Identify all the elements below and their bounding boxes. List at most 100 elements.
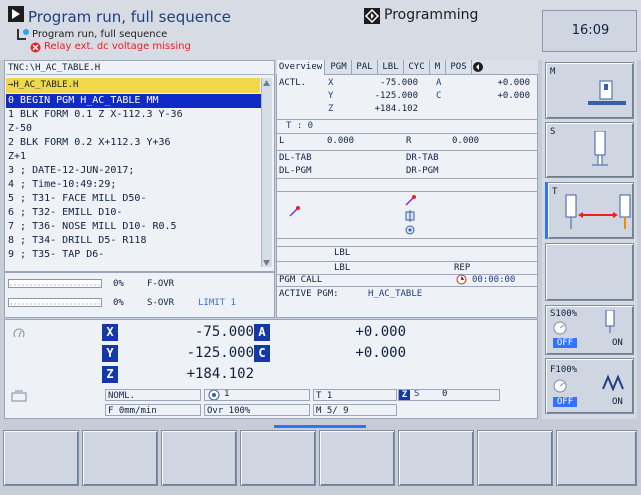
program-line[interactable]: 3 ; DATE-12-JUN-2017; — [6, 164, 261, 178]
scroll-down-icon[interactable] — [262, 258, 271, 267]
scroll-up-icon[interactable] — [262, 79, 271, 88]
tab-cyc[interactable]: CYC — [404, 60, 430, 75]
softkey-8[interactable] — [556, 430, 637, 486]
program-run-subtitle: Program run, full sequence — [32, 29, 168, 40]
active-pgm-value: H_AC_TABLE — [368, 289, 423, 299]
program-line[interactable]: 2 BLK FORM 0.2 X+112.3 Y+36 — [6, 136, 261, 150]
t-key-label: T — [552, 187, 558, 197]
override-value: Ovr 100% — [204, 404, 310, 416]
tool-r-label: R — [406, 136, 412, 146]
overview-divider — [276, 178, 538, 179]
s100-off: OFF — [553, 338, 577, 348]
program-line[interactable]: 8 ; T34- DRILL D5- R118 — [6, 234, 261, 248]
overview-divider — [276, 238, 538, 239]
tab-overview[interactable]: Overview — [277, 60, 325, 75]
programming-icon — [364, 8, 380, 24]
program-scrollbar[interactable] — [261, 78, 272, 267]
program-line[interactable]: 6 ; T32- EMILL D10- — [6, 206, 261, 220]
program-line[interactable]: 7 ; T36- NOSE MILL D10- R0.5 — [6, 220, 261, 234]
clock-panel: 16:09 — [542, 10, 637, 52]
actl-value-c: +0.000 — [497, 91, 530, 101]
program-line[interactable]: 1 BLK FORM 0.1 Z X-112.3 Y-36 — [6, 108, 261, 122]
datum-icon — [288, 206, 300, 218]
s100-on: ON — [612, 338, 623, 348]
axis-z-label: Z — [102, 366, 118, 383]
softkey-6[interactable] — [398, 430, 474, 486]
overview-divider — [276, 150, 538, 151]
m-function-key[interactable]: M — [545, 62, 634, 119]
overview-divider — [276, 261, 538, 262]
actl-label: ACTL. — [279, 78, 307, 88]
program-file: →H_AC_TABLE.H — [6, 78, 260, 93]
softkey-4[interactable] — [240, 430, 316, 486]
axis-a-value: +0.000 — [355, 324, 406, 340]
tab-m[interactable]: M — [430, 60, 446, 75]
tool-l-label: L — [279, 136, 285, 146]
program-listing[interactable]: 0 BEGIN PGM H_AC_TABLE MM 1 BLK FORM 0.1… — [6, 94, 261, 269]
overview-divider — [276, 119, 538, 120]
program-line[interactable]: Z+1 — [6, 150, 261, 164]
vector-icon — [404, 195, 416, 207]
f-ovr-percent: 0% — [113, 279, 124, 289]
program-run-title: Program run, full sequence — [28, 8, 231, 26]
softkey-7[interactable] — [477, 430, 553, 486]
softkey-2[interactable] — [82, 430, 158, 486]
m-function: M 5/ 9 — [313, 404, 397, 416]
f100-label: F100% — [550, 365, 578, 375]
actl-axis-z: Z — [328, 104, 334, 114]
program-line[interactable]: 0 BEGIN PGM H_AC_TABLE MM — [6, 94, 261, 108]
tab-pal[interactable]: PAL — [352, 60, 378, 75]
dr-tab: DR-TAB — [406, 153, 439, 163]
pgm-call: PGM CALL — [279, 275, 323, 285]
axis-c-value: +0.000 — [355, 345, 406, 361]
warning-icon — [30, 42, 41, 53]
blank-right-key[interactable] — [545, 243, 634, 301]
s100-spindle-icon — [602, 309, 618, 334]
lbl-2: LBL — [334, 263, 351, 273]
softkey-5[interactable] — [319, 430, 395, 486]
axis-y-label: Y — [102, 345, 118, 362]
actl-axis-a: A — [436, 78, 442, 88]
f100-override-key[interactable]: F100% OFF ON — [545, 358, 634, 414]
print-icon — [10, 390, 28, 402]
tab-pos[interactable]: POS — [446, 60, 472, 75]
overview-divider — [276, 286, 538, 287]
axis-x-value: -75.000 — [194, 324, 254, 340]
program-line[interactable]: 5 ; T31- FACE MILL D50- — [6, 192, 261, 206]
s100-dial-icon — [553, 321, 567, 335]
actl-value-y: -125.000 — [374, 91, 418, 101]
t-function-key[interactable]: T — [545, 182, 634, 239]
tool-number: T 1 — [313, 389, 397, 401]
relay-warning-text: Relay ext. dc voltage missing — [44, 41, 191, 52]
spindle-icon — [592, 130, 608, 169]
limit-label: LIMIT 1 — [198, 298, 236, 308]
tab-lbl[interactable]: LBL — [378, 60, 404, 75]
axis-z-value: +184.102 — [186, 366, 254, 382]
program-path: TNC:\H_AC_TABLE.H — [6, 61, 274, 75]
tool-l-value: 0.000 — [327, 136, 355, 146]
s-function-key[interactable]: S — [545, 122, 634, 178]
clock-time: 16:09 — [571, 23, 610, 38]
actl-value-a: +0.000 — [497, 78, 530, 88]
active-pgm-label: ACTIVE PGM: — [279, 289, 339, 299]
f100-on: ON — [612, 397, 623, 407]
program-line[interactable]: 4 ; Time-10:49:29; — [6, 178, 261, 192]
m-key-label: M — [550, 67, 556, 77]
tab-pgm[interactable]: PGM — [326, 60, 352, 75]
f-ovr-label: F-OVR — [147, 279, 175, 289]
tool-change-icon — [564, 193, 634, 233]
f100-off: OFF — [553, 397, 577, 407]
softkey-1[interactable] — [3, 430, 79, 486]
f-ovr-bar — [8, 279, 102, 288]
program-line[interactable]: Z-50 — [6, 122, 261, 136]
tool-r-value: 0.000 — [452, 136, 480, 146]
tab-scroll-icon[interactable] — [473, 62, 483, 72]
program-line[interactable]: 9 ; T35- TAP D6- — [6, 248, 261, 262]
softkey-3[interactable] — [161, 430, 237, 486]
rep-label: REP — [454, 263, 471, 273]
actl-axis-y: Y — [328, 91, 334, 101]
noml-label: NOML. — [105, 389, 201, 401]
programming-mode-button[interactable]: Programming — [364, 6, 480, 28]
program-run-small-icon — [16, 27, 30, 41]
s100-override-key[interactable]: S100% OFF ON — [545, 305, 634, 355]
